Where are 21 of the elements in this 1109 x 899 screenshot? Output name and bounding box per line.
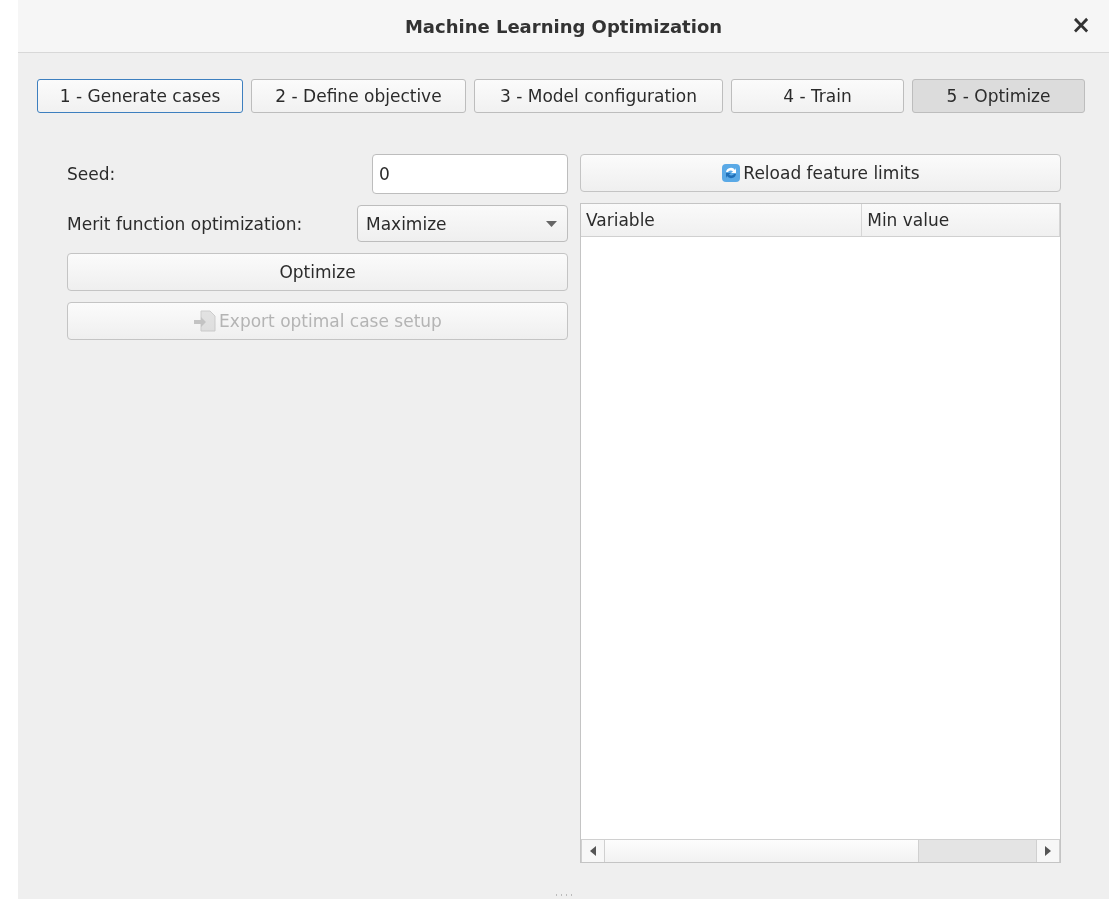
column-header[interactable]: Variable [581,204,863,236]
field-label: Merit function optimization: [67,213,303,234]
tab[interactable]: 1 - Generate cases [37,79,243,113]
optimize-button[interactable]: Optimize [67,253,568,291]
left-arrow-icon[interactable] [590,846,596,856]
column-header[interactable]: Min value [862,204,1060,236]
close-button[interactable]: × [1066,12,1095,38]
horizontal-scrollbar[interactable] [581,839,1060,862]
tab[interactable]: 5 - Optimize [912,79,1085,113]
window-title: Machine Learning Optimization [404,15,723,37]
reload-button[interactable]: Reload feature limits [580,154,1061,192]
tab[interactable]: 4 - Train [731,79,904,113]
refresh-icon [721,163,742,183]
tab[interactable]: 2 - Define objective [251,79,466,113]
right-arrow-icon[interactable] [1045,846,1051,856]
dropdown[interactable]: Maximize [357,205,568,242]
tab[interactable]: 3 - Model configuration [474,79,723,113]
caret-icon [546,220,557,227]
document-icon [193,309,218,333]
field-label: Seed: [67,164,116,184]
seed-field[interactable]: 0 [372,154,568,194]
